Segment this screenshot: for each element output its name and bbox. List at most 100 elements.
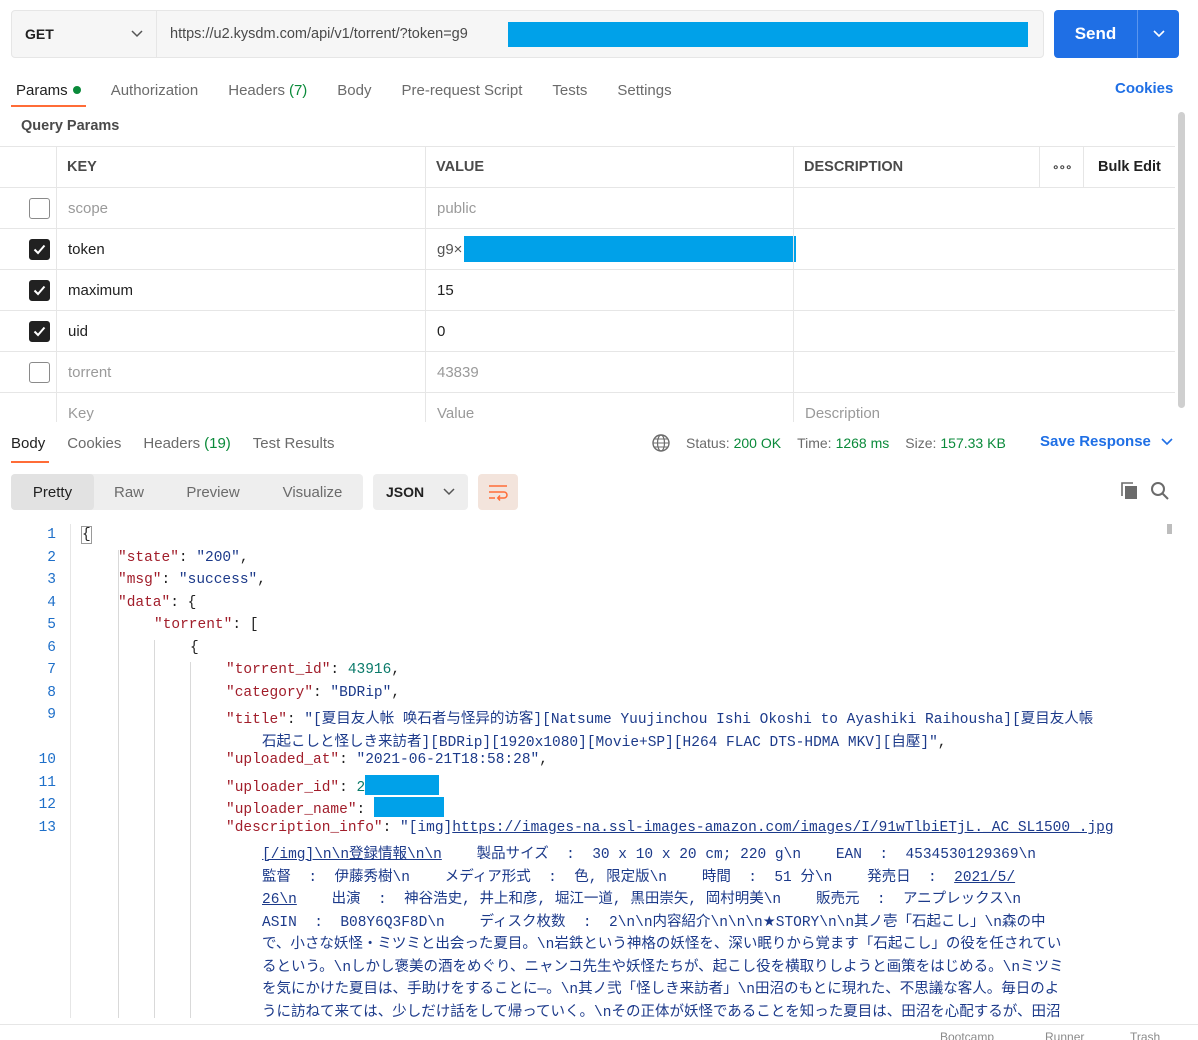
gutter-divider [70,524,71,1018]
response-body-code[interactable]: 1 2 3 4 5 6 7 8 9 10 11 12 13 { "state":… [0,524,1160,1018]
param-checkbox[interactable] [29,279,50,301]
code-line: "torrent": [ [154,617,259,633]
tab-response-cookies[interactable]: Cookies [67,432,121,454]
line-number: 8 [47,685,56,701]
param-key[interactable]: maximum [68,270,133,310]
cookies-link[interactable]: Cookies [1115,80,1173,97]
format-label: JSON [386,484,425,500]
code-line: { [81,526,92,544]
param-new-row: Key Value Description [0,393,1175,422]
tab-label: Test Results [252,434,335,452]
param-key[interactable]: uid [68,311,88,351]
save-response-button[interactable]: Save Response [1040,433,1173,450]
tab-body[interactable]: Body [337,78,371,102]
redacted-token [508,22,1028,47]
indent-guide [190,662,191,1018]
new-value-input[interactable]: Value [437,393,474,422]
tab-label: Settings [617,81,672,99]
tab-tests[interactable]: Tests [552,78,587,102]
tab-response-body[interactable]: Body [11,432,45,454]
chevron-down-icon [1161,437,1173,445]
redacted-name [373,797,444,817]
save-response-label: Save Response [1040,433,1151,450]
code-line: [/img]\n\n登録情報\n\n 製品サイズ : 30 x 10 x 20 … [262,847,1036,863]
wrap-lines-button[interactable] [478,474,518,510]
param-value[interactable]: 15 [437,270,454,310]
image-link[interactable]: https://images-na.ssl-images-amazon.com/… [452,820,1113,836]
status: Status: 200 OK [686,435,781,451]
bootcamp-link[interactable]: Bootcamp [940,1030,994,1040]
checkmark-icon [33,326,46,336]
param-key[interactable]: token [68,229,105,269]
param-checkbox[interactable] [29,197,50,219]
copy-icon[interactable] [1119,481,1139,501]
param-value[interactable]: 0 [437,311,445,351]
chevron-down-icon [443,488,455,496]
line-number: 13 [38,820,56,836]
url-input[interactable]: https://u2.kysdm.com/api/v1/torrent/?tok… [157,11,1043,57]
param-key[interactable]: torrent [68,352,111,392]
param-key[interactable]: scope [68,188,108,228]
line-number: 3 [47,572,56,588]
param-checkbox[interactable] [29,320,50,342]
param-checkbox[interactable] [29,361,50,383]
method-select[interactable]: GET [12,11,157,57]
redacted-token [464,236,797,262]
param-value[interactable]: public [437,188,476,228]
tab-test-results[interactable]: Test Results [253,432,335,454]
send-label: Send [1074,24,1117,43]
line-number: 10 [38,752,56,768]
param-checkbox[interactable] [29,238,50,260]
tab-response-headers[interactable]: Headers (19) [143,432,230,454]
response-meta: Status: 200 OK Time: 1268 ms Size: 157.33 K… [651,433,1006,453]
code-line: うに訪ねて来ては、少しだけ話をして帰っていく。\nその正体が妖怪であることを知っ… [262,1005,1061,1018]
view-visualize[interactable]: Visualize [262,474,363,510]
size-value: 157.33 KB [940,435,1006,451]
column-header-key: KEY [67,159,97,175]
checkbox-cell [29,229,50,269]
view-raw[interactable]: Raw [94,474,164,510]
runner-link[interactable]: Runner [1045,1030,1084,1040]
trash-link[interactable]: Trash [1130,1030,1160,1040]
globe-icon[interactable] [651,433,671,453]
checkbox-cell [29,311,50,351]
param-value-cell[interactable]: g9× [437,229,797,269]
tab-label: Body [337,81,372,99]
code-scrollbar[interactable] [1165,524,1174,1018]
format-select[interactable]: JSON [373,474,468,510]
send-options-dropdown[interactable] [1137,10,1179,58]
view-pretty[interactable]: Pretty [11,474,94,510]
line-number: 4 [47,595,56,611]
send-button[interactable]: Send [1054,10,1179,58]
line-number: 12 [38,797,56,813]
code-line: で、小さな妖怪・ミツミと出会った夏目。\n岩鉄という神格の妖怪を、深い眠りから覚… [262,937,1062,953]
tab-params[interactable]: Params [16,78,81,102]
new-description-input[interactable]: Description [805,393,880,422]
tab-pre-request-script[interactable]: Pre-request Script [402,78,523,102]
line-number: 11 [38,775,56,791]
tab-count: (19) [204,434,231,452]
tab-headers[interactable]: Headers (7) [228,78,307,102]
request-tabs: Params Authorization Headers (7) Body Pre… [16,78,702,102]
search-icon[interactable] [1150,481,1170,501]
tab-authorization[interactable]: Authorization [111,78,199,102]
bulk-edit-button[interactable]: Bulk Edit [1098,147,1161,187]
url-text: https://u2.kysdm.com/api/v1/torrent/?tok… [170,26,468,42]
tab-label: Params [16,81,68,99]
param-value: g9× [437,240,463,258]
params-scrollbar[interactable] [1178,112,1185,408]
code-line: "torrent_id": 43916, [226,662,401,678]
code-line: "description_info": "[img]https://images… [226,820,1114,836]
wrap-lines-icon [489,485,508,501]
code-line: "msg": "success", [118,572,266,588]
view-preview[interactable]: Preview [164,474,262,510]
size-label: Size: [905,435,937,451]
more-options-icon[interactable]: ∘∘∘ [1052,147,1073,187]
param-value[interactable]: 43839 [437,352,479,392]
column-divider [793,146,794,422]
line-number: 2 [47,550,56,566]
scroll-thumb[interactable] [1167,524,1172,534]
tab-settings[interactable]: Settings [617,78,671,102]
code-line: 26\n 出演 : 神谷浩史, 井上和彦, 堀江一道, 黒田崇矢, 岡村明美\n… [262,892,1022,908]
new-key-input[interactable]: Key [68,393,94,422]
